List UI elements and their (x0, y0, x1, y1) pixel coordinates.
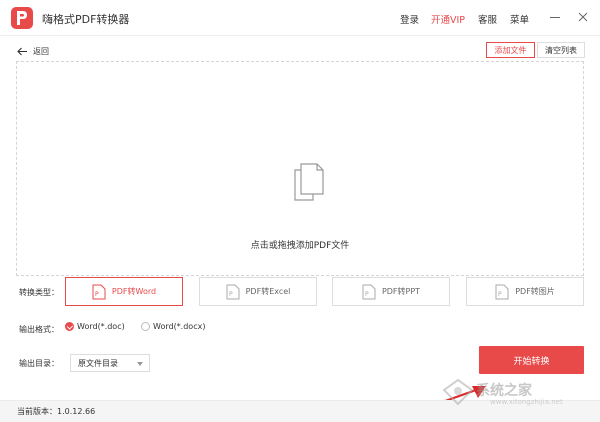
svg-text:P: P (95, 291, 99, 298)
convert-option-word[interactable]: P PDF转Word (65, 277, 183, 306)
title-bar: 嗨格式PDF转换器 登录 开通VIP 客服 菜单 (0, 0, 600, 36)
pdf-file-icon: P (362, 284, 376, 299)
svg-text:P: P (498, 291, 502, 298)
app-logo-icon (11, 7, 33, 29)
add-file-button[interactable]: 添加文件 (486, 42, 535, 58)
close-icon (578, 12, 588, 22)
back-arrow-icon (17, 47, 27, 55)
menu-link[interactable]: 菜单 (510, 12, 529, 26)
document-icon (294, 163, 324, 201)
back-label: 返回 (33, 46, 49, 56)
radio-unchecked-icon (141, 322, 150, 331)
pdf-file-icon: P (92, 284, 106, 299)
format-option-label: Word(*.doc) (77, 322, 125, 331)
output-dir-select[interactable]: 原文件目录 (70, 354, 150, 372)
login-link[interactable]: 登录 (400, 12, 419, 26)
chevron-down-icon (137, 362, 143, 366)
convert-option-label: PDF转PPT (381, 287, 421, 296)
convert-option-image[interactable]: P PDF转图片 (466, 277, 584, 306)
watermark-url: www.xitongzhijia.net (490, 398, 563, 406)
watermark-logo-icon (442, 378, 474, 406)
close-button[interactable] (575, 9, 591, 25)
output-dir-value: 原文件目录 (78, 358, 118, 368)
convert-option-label: PDF转Excel (245, 287, 291, 296)
convert-type-label: 转换类型： (19, 288, 59, 297)
convert-option-label: PDF转图片 (515, 287, 555, 296)
output-format-label: 输出格式： (19, 325, 59, 334)
svg-text:P: P (365, 291, 369, 298)
back-button[interactable]: 返回 (17, 44, 49, 58)
service-link[interactable]: 客服 (478, 12, 497, 26)
format-radio-doc[interactable]: Word(*.doc) (65, 322, 125, 331)
pdf-file-icon: P (495, 284, 509, 299)
pdf-file-icon: P (226, 284, 240, 299)
app-title: 嗨格式PDF转换器 (42, 13, 130, 26)
convert-option-label: PDF转Word (111, 287, 157, 296)
dropzone-text: 点击或拖拽添加PDF文件 (250, 241, 350, 251)
vip-link[interactable]: 开通VIP (431, 12, 465, 26)
convert-option-ppt[interactable]: P PDF转PPT (332, 277, 450, 306)
minimize-icon (550, 17, 560, 18)
main-panel: 返回 添加文件 清空列表 点击或拖拽添加PDF文件 转换类型： P PDF转Wo… (6, 36, 594, 416)
svg-text:P: P (229, 291, 233, 298)
version-text: 当前版本：1.0.12.66 (17, 407, 96, 416)
watermark: 系统之家 www.xitongzhijia.net (440, 376, 590, 408)
start-convert-button[interactable]: 开始转换 (479, 346, 584, 374)
radio-checked-icon (65, 322, 74, 331)
format-option-label: Word(*.docx) (153, 322, 206, 331)
clear-list-button[interactable]: 清空列表 (537, 42, 585, 58)
minimize-button[interactable] (547, 9, 563, 25)
format-radio-docx[interactable]: Word(*.docx) (141, 322, 205, 331)
watermark-text: 系统之家 (476, 383, 532, 399)
file-dropzone[interactable]: 点击或拖拽添加PDF文件 (16, 61, 584, 276)
output-dir-label: 输出目录： (19, 359, 59, 368)
convert-option-excel[interactable]: P PDF转Excel (199, 277, 317, 306)
